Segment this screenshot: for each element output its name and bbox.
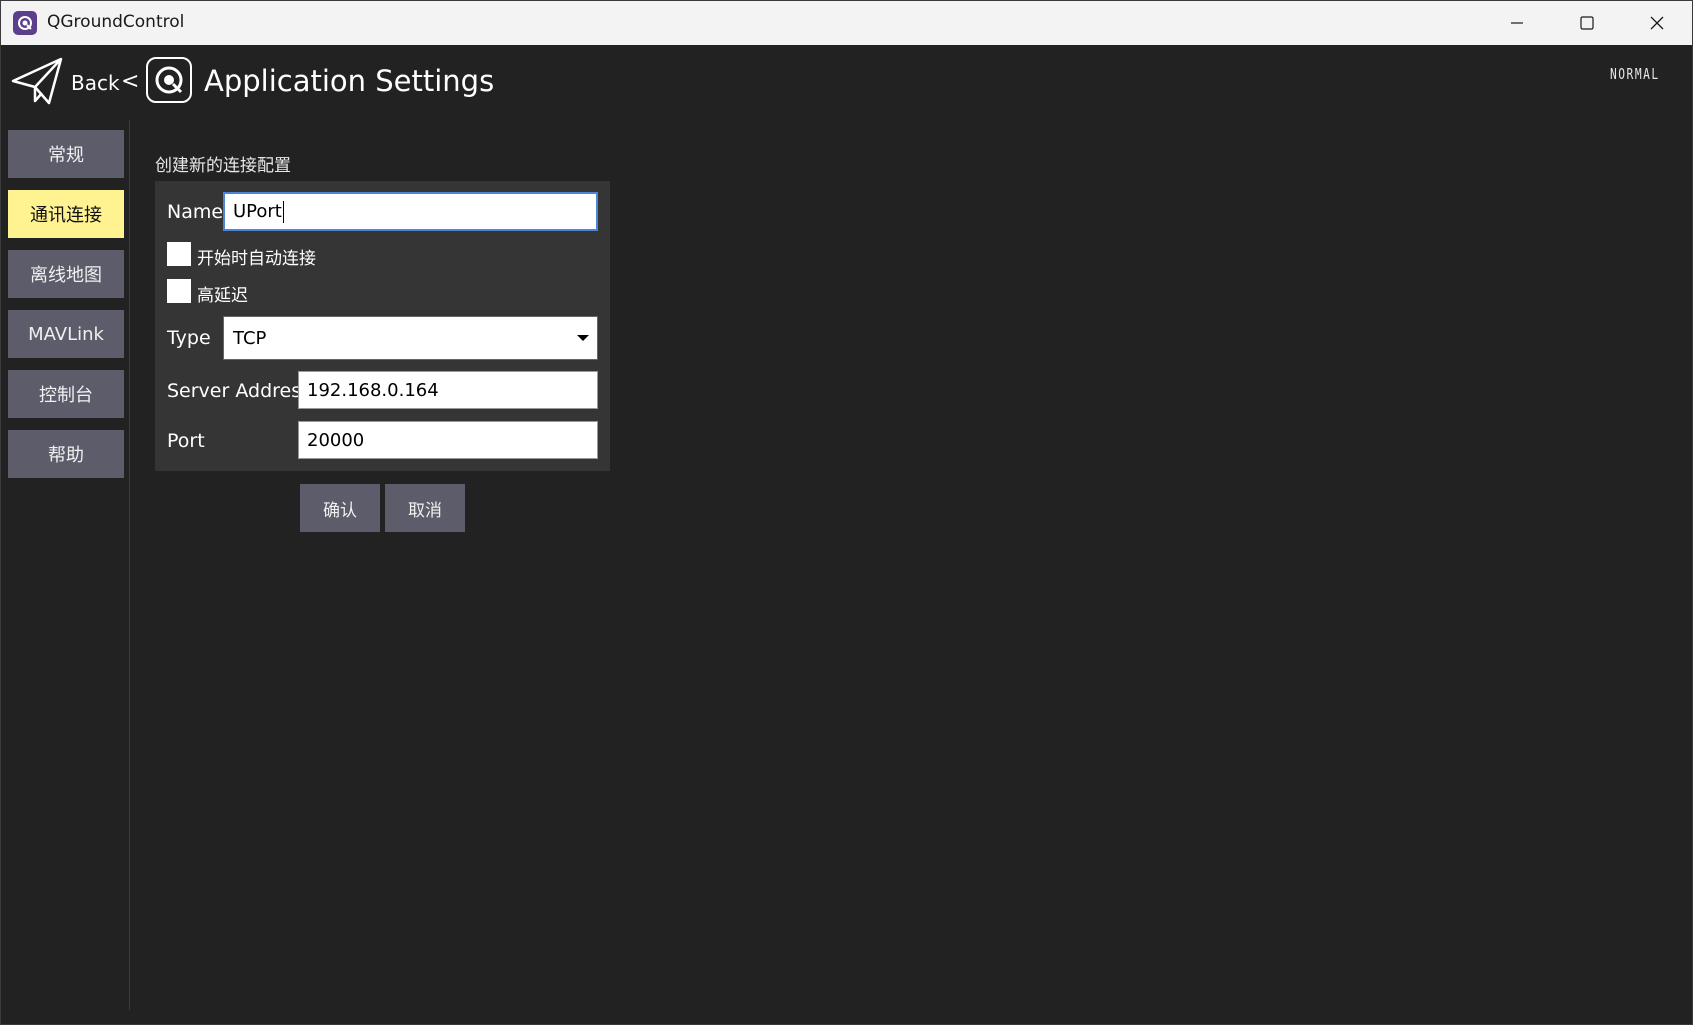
type-select-value: TCP xyxy=(233,327,267,349)
sidebar-item-offline-maps[interactable]: 离线地图 xyxy=(8,250,124,298)
minimize-icon xyxy=(1511,22,1523,24)
server-address-label: Server Address xyxy=(167,380,312,402)
close-button[interactable] xyxy=(1622,1,1692,45)
port-label: Port xyxy=(167,430,205,452)
name-input-value: UPort xyxy=(233,201,282,222)
breadcrumb-separator: < xyxy=(121,69,140,94)
app-window: QGroundControl Back < Application Settin… xyxy=(0,0,1693,1025)
auto-connect-checkbox[interactable] xyxy=(167,242,191,266)
window-title: QGroundControl xyxy=(47,12,185,32)
type-label: Type xyxy=(167,327,211,349)
section-title: 创建新的连接配置 xyxy=(155,156,291,176)
type-select[interactable]: TCP xyxy=(223,316,598,360)
settings-header: Back < Application Settings NORMAL xyxy=(1,45,1692,120)
high-latency-checkbox[interactable] xyxy=(167,279,191,303)
high-latency-label: 高延迟 xyxy=(197,286,248,306)
sidebar-item-comm-links[interactable]: 通讯连接 xyxy=(8,190,124,238)
auto-connect-label: 开始时自动连接 xyxy=(197,249,316,269)
minimize-button[interactable] xyxy=(1482,1,1552,45)
paper-plane-icon[interactable] xyxy=(11,55,63,111)
qgc-app-icon xyxy=(13,11,37,35)
name-label: Name xyxy=(167,201,224,223)
maximize-icon xyxy=(1580,16,1594,30)
flight-mode-indicator[interactable]: NORMAL xyxy=(1610,65,1660,83)
port-value: 20000 xyxy=(307,429,365,451)
qgc-logo-icon xyxy=(146,57,192,103)
chevron-down-icon xyxy=(577,335,589,341)
name-input[interactable]: UPort xyxy=(223,192,598,231)
sidebar-item-help[interactable]: 帮助 xyxy=(8,430,124,478)
page-title: Application Settings xyxy=(204,64,495,98)
server-address-input[interactable]: 192.168.0.164 xyxy=(298,371,598,409)
server-address-value: 192.168.0.164 xyxy=(307,379,439,401)
back-button[interactable]: Back xyxy=(71,71,120,95)
port-input[interactable]: 20000 xyxy=(298,421,598,459)
title-bar: QGroundControl xyxy=(1,1,1692,45)
text-caret xyxy=(282,200,284,223)
close-icon xyxy=(1650,16,1664,30)
sidebar-item-mavlink[interactable]: MAVLink xyxy=(8,310,124,358)
cancel-button[interactable]: 取消 xyxy=(385,484,465,532)
sidebar-item-console[interactable]: 控制台 xyxy=(8,370,124,418)
maximize-button[interactable] xyxy=(1552,1,1622,45)
settings-sidebar: 常规 通讯连接 离线地图 MAVLink 控制台 帮助 xyxy=(1,120,130,1010)
link-config-form: Name UPort 开始时自动连接 高延迟 Type TCP Server A… xyxy=(155,181,610,471)
sidebar-item-general[interactable]: 常规 xyxy=(8,130,124,178)
confirm-button[interactable]: 确认 xyxy=(300,484,380,532)
